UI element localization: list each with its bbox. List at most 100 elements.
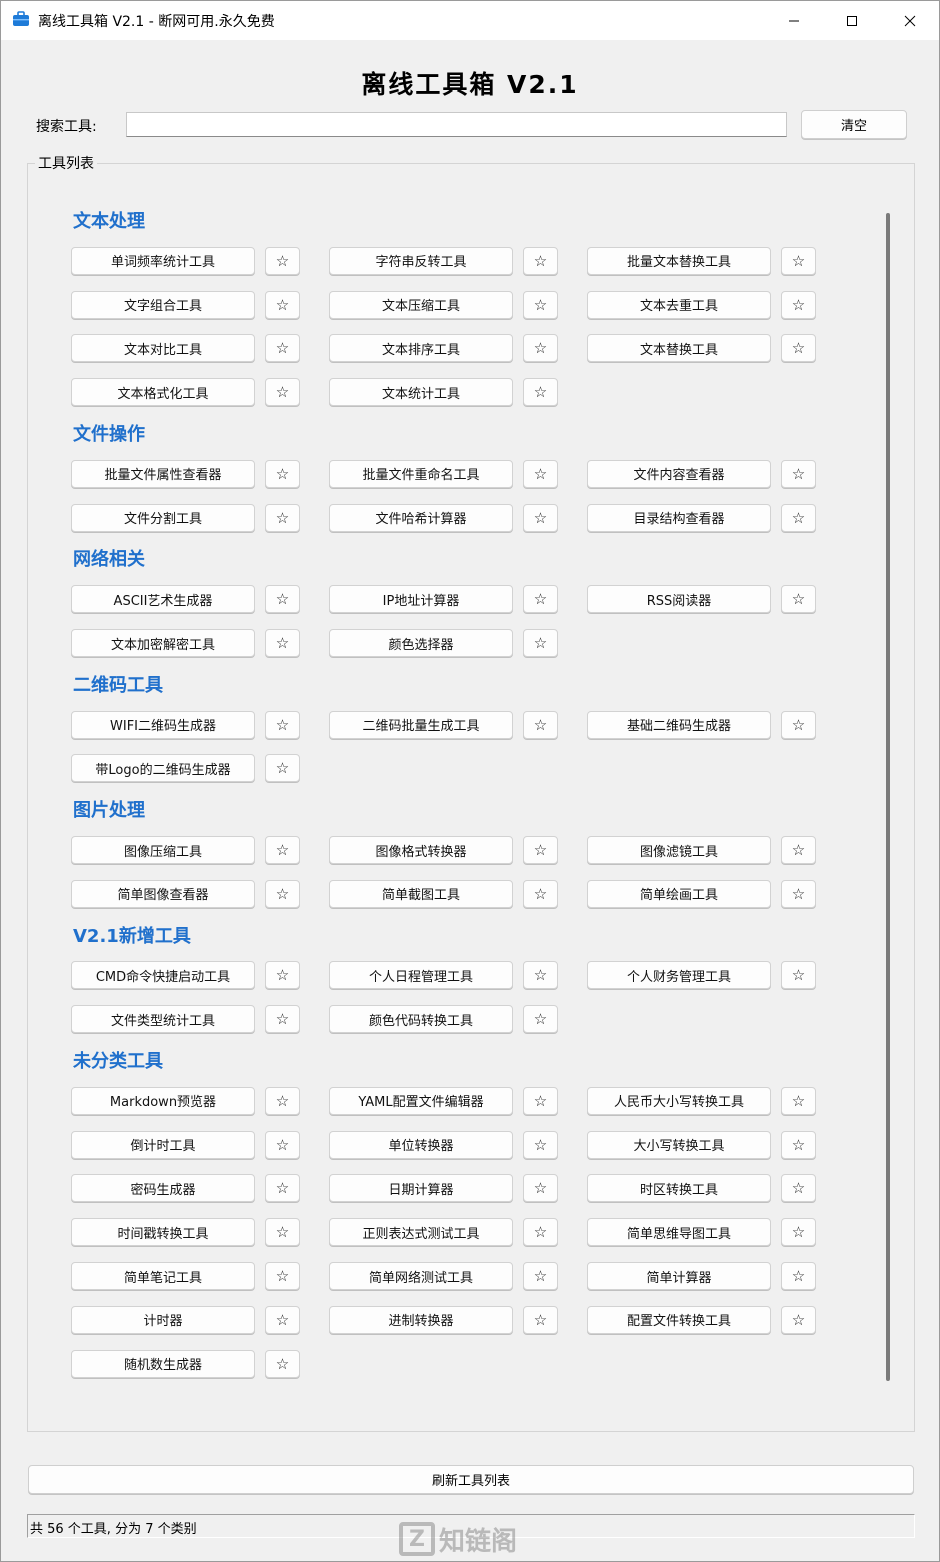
tool-button[interactable]: 文本格式化工具 [71,378,255,407]
tool-button[interactable]: 人民币大小写转换工具 [587,1086,771,1115]
tool-button[interactable]: 文本统计工具 [329,378,513,407]
favorite-star-button[interactable]: ☆ [523,459,558,488]
favorite-star-button[interactable]: ☆ [265,459,300,488]
favorite-star-button[interactable]: ☆ [265,246,300,275]
favorite-star-button[interactable]: ☆ [523,334,558,363]
tool-button[interactable]: 时区转换工具 [587,1174,771,1203]
favorite-star-button[interactable]: ☆ [523,710,558,739]
tool-button[interactable]: 个人财务管理工具 [587,961,771,990]
favorite-star-button[interactable]: ☆ [523,961,558,990]
maximize-button[interactable] [823,1,881,40]
favorite-star-button[interactable]: ☆ [523,1130,558,1159]
tool-button[interactable]: 二维码批量生成工具 [329,710,513,739]
tool-button[interactable]: 密码生成器 [71,1174,255,1203]
favorite-star-button[interactable]: ☆ [265,961,300,990]
favorite-star-button[interactable]: ☆ [265,1086,300,1115]
minimize-button[interactable] [765,1,823,40]
tool-button[interactable]: 文字组合工具 [71,290,255,319]
favorite-star-button[interactable]: ☆ [265,1005,300,1034]
favorite-star-button[interactable]: ☆ [523,1262,558,1290]
favorite-star-button[interactable]: ☆ [781,503,816,532]
favorite-star-button[interactable]: ☆ [523,1174,558,1203]
tool-button[interactable]: 正则表达式测试工具 [329,1218,513,1247]
tool-button[interactable]: 批量文件重命名工具 [329,459,513,488]
tool-button[interactable]: 批量文本替换工具 [587,246,771,275]
favorite-star-button[interactable]: ☆ [265,754,300,783]
tool-button[interactable]: 随机数生成器 [71,1349,255,1378]
tool-button[interactable]: 计时器 [71,1305,255,1334]
favorite-star-button[interactable]: ☆ [265,1218,300,1247]
favorite-star-button[interactable]: ☆ [265,585,300,614]
favorite-star-button[interactable]: ☆ [265,1130,300,1159]
tool-button[interactable]: RSS阅读器 [587,585,771,614]
favorite-star-button[interactable]: ☆ [265,1262,300,1290]
tool-button[interactable]: IP地址计算器 [329,585,513,614]
favorite-star-button[interactable]: ☆ [523,503,558,532]
favorite-star-button[interactable]: ☆ [781,961,816,990]
tool-button[interactable]: 单词频率统计工具 [71,246,255,275]
favorite-star-button[interactable]: ☆ [781,1174,816,1203]
tool-button[interactable]: 简单绘画工具 [587,879,771,908]
tool-button[interactable]: YAML配置文件编辑器 [329,1086,513,1115]
favorite-star-button[interactable]: ☆ [523,1218,558,1247]
favorite-star-button[interactable]: ☆ [523,1005,558,1034]
tool-button[interactable]: 文件哈希计算器 [329,503,513,532]
favorite-star-button[interactable]: ☆ [781,290,816,319]
favorite-star-button[interactable]: ☆ [523,378,558,407]
favorite-star-button[interactable]: ☆ [265,1349,300,1378]
favorite-star-button[interactable]: ☆ [265,334,300,363]
favorite-star-button[interactable]: ☆ [265,836,300,864]
favorite-star-button[interactable]: ☆ [265,503,300,532]
favorite-star-button[interactable]: ☆ [265,710,300,739]
favorite-star-button[interactable]: ☆ [523,290,558,319]
tool-button[interactable]: 简单思维导图工具 [587,1218,771,1247]
tool-button[interactable]: 进制转换器 [329,1305,513,1334]
favorite-star-button[interactable]: ☆ [523,1305,558,1334]
scrollbar[interactable] [886,213,890,1381]
favorite-star-button[interactable]: ☆ [781,334,816,363]
favorite-star-button[interactable]: ☆ [781,1262,816,1290]
tool-button[interactable]: CMD命令快捷启动工具 [71,961,255,990]
close-button[interactable] [881,1,939,40]
tool-button[interactable]: 倒计时工具 [71,1130,255,1159]
tool-button[interactable]: 单位转换器 [329,1130,513,1159]
favorite-star-button[interactable]: ☆ [523,836,558,864]
favorite-star-button[interactable]: ☆ [265,290,300,319]
favorite-star-button[interactable]: ☆ [523,585,558,614]
tool-button[interactable]: 简单图像查看器 [71,879,255,908]
tool-button[interactable]: 批量文件属性查看器 [71,459,255,488]
tool-button[interactable]: WIFI二维码生成器 [71,710,255,739]
tool-button[interactable]: 目录结构查看器 [587,503,771,532]
favorite-star-button[interactable]: ☆ [781,710,816,739]
favorite-star-button[interactable]: ☆ [523,879,558,908]
tool-button[interactable]: 图像压缩工具 [71,836,255,864]
search-input[interactable] [126,112,787,137]
favorite-star-button[interactable]: ☆ [781,246,816,275]
favorite-star-button[interactable]: ☆ [781,1130,816,1159]
tool-button[interactable]: 文本对比工具 [71,334,255,363]
clear-button[interactable]: 清空 [801,110,907,139]
tool-button[interactable]: 文本去重工具 [587,290,771,319]
favorite-star-button[interactable]: ☆ [523,629,558,657]
tool-button[interactable]: 文件内容查看器 [587,459,771,488]
tool-button[interactable]: 文件分割工具 [71,503,255,532]
favorite-star-button[interactable]: ☆ [781,1086,816,1115]
favorite-star-button[interactable]: ☆ [781,879,816,908]
favorite-star-button[interactable]: ☆ [265,1305,300,1334]
tool-button[interactable]: 文件类型统计工具 [71,1005,255,1034]
tool-button[interactable]: 带Logo的二维码生成器 [71,754,255,783]
tool-button[interactable]: 基础二维码生成器 [587,710,771,739]
tool-button[interactable]: 图像滤镜工具 [587,836,771,864]
tool-button[interactable]: 简单笔记工具 [71,1262,255,1290]
tool-button[interactable]: 个人日程管理工具 [329,961,513,990]
tool-list-scroll-area[interactable]: 文本处理 单词频率统计工具 ☆ 字符串反转工具 ☆ 批量文本替换工具 ☆ 文字组合工具 ☆ 文本压… [29,191,879,1416]
tool-button[interactable]: 文本替换工具 [587,334,771,363]
tool-button[interactable]: 大小写转换工具 [587,1130,771,1159]
tool-button[interactable]: 文本加密解密工具 [71,629,255,657]
favorite-star-button[interactable]: ☆ [781,1305,816,1334]
tool-button[interactable]: 字符串反转工具 [329,246,513,275]
tool-button[interactable]: 颜色代码转换工具 [329,1005,513,1034]
tool-button[interactable]: 颜色选择器 [329,629,513,657]
favorite-star-button[interactable]: ☆ [781,459,816,488]
tool-button[interactable]: 配置文件转换工具 [587,1305,771,1334]
